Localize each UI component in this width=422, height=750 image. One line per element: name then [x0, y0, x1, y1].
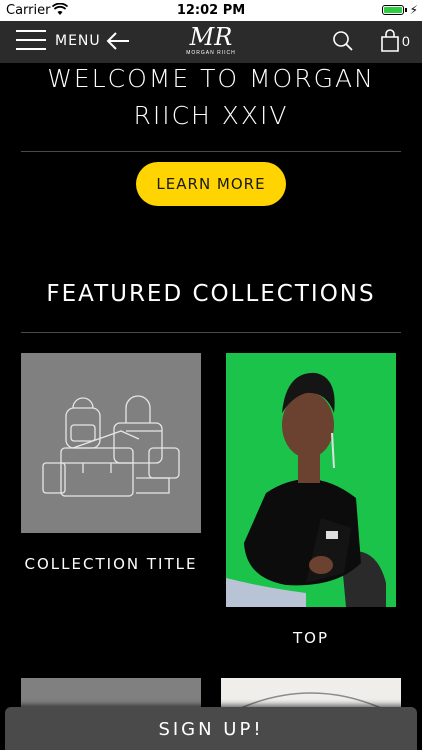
featured-collections-heading: FEATURED COLLECTIONS: [46, 281, 376, 307]
collection-title[interactable]: COLLECTION TITLE: [21, 555, 201, 573]
clock: 12:02 PM: [176, 3, 246, 18]
battery-icon: [382, 5, 404, 15]
bags-illustration: [42, 395, 180, 497]
collection-image-bags[interactable]: [21, 353, 201, 533]
welcome-line-1: WELCOME TO MORGAN: [47, 64, 375, 93]
collection-title[interactable]: TOP: [226, 629, 396, 647]
status-bar: Carrier 12:02 PM ⚡: [0, 0, 422, 21]
logo-monogram: MR: [189, 23, 233, 51]
learn-more-button[interactable]: LEARN MORE: [136, 162, 286, 206]
battery-tip: [405, 8, 407, 12]
brand-logo[interactable]: MR MORGAN RIICH: [185, 24, 237, 60]
divider: [21, 332, 401, 333]
sign-up-button[interactable]: SIGN UP!: [5, 707, 417, 750]
logo-subtext: MORGAN RIICH: [186, 50, 236, 56]
top-nav: MENU MR MORGAN RIICH 0: [0, 21, 422, 63]
model-photo: [226, 353, 396, 607]
bolt-icon: ⚡: [409, 3, 418, 17]
menu-icon[interactable]: [16, 30, 46, 52]
welcome-line-2: RIICH XXIV: [133, 101, 289, 130]
app-screen: Carrier 12:02 PM ⚡ MENU MR MORGAN RIICH: [0, 0, 422, 750]
divider: [21, 151, 401, 152]
collection-image-top[interactable]: [226, 353, 396, 607]
back-arrow-icon[interactable]: [105, 28, 131, 54]
shopping-bag-icon[interactable]: [380, 29, 400, 53]
welcome-heading: WELCOME TO MORGAN RIICH XXIV: [0, 60, 422, 134]
cart-count: 0: [402, 33, 410, 49]
menu-label[interactable]: MENU: [55, 33, 101, 49]
search-icon[interactable]: [332, 30, 354, 52]
